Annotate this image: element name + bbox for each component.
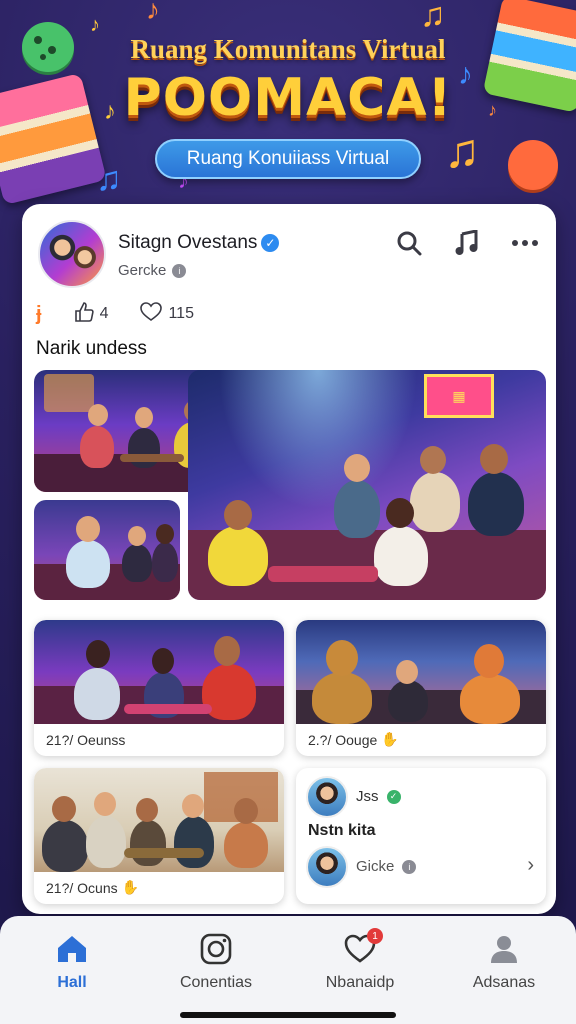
photo-main-lounge[interactable]: ▦ [188, 370, 546, 600]
banner-subtitle: Ruang Komunitans Virtual [130, 34, 446, 64]
heart-stat[interactable]: 115 [140, 301, 194, 327]
photo-bottom-left[interactable] [34, 500, 180, 600]
music-note-icon: ♪ [146, 0, 160, 25]
nav-label: Adsanas [472, 974, 536, 991]
user-avatar[interactable] [306, 776, 348, 818]
profile-icon [487, 932, 521, 966]
side-card-sub-row: Gicke i [356, 858, 417, 875]
user-name: Jss [356, 788, 379, 805]
nav-hall[interactable]: Hall [12, 932, 132, 1024]
tile-photo [34, 768, 284, 872]
nav-label: Hall [57, 974, 87, 991]
author-name: Sitagn Ovestans [118, 232, 258, 253]
like-stat[interactable]: 4 [74, 301, 109, 327]
community-side-card[interactable]: Jss ✓ Nstn kita Gicke i › [296, 768, 546, 904]
brand-title: POOMACA! [123, 68, 453, 128]
side-card-title: Nstn kita [308, 822, 376, 839]
post-stats: ɉ 4 115 [36, 300, 194, 328]
home-indicator [180, 1012, 396, 1018]
heart-count: 115 [168, 305, 194, 322]
wave-hand-icon: ✋ [121, 879, 140, 895]
user-name-row: Jss ✓ [356, 788, 401, 805]
like-count: 4 [99, 305, 109, 322]
paw-icon [508, 140, 558, 190]
info-badge-icon: i [172, 263, 187, 278]
info-badge-icon: i [402, 859, 417, 874]
heart-icon: 1 [343, 928, 383, 966]
tile-caption-text: 21?/ Oeunss [46, 732, 126, 748]
nav-label: Nbanaidp [325, 974, 395, 991]
post-card: Sitagn Ovestans ✓ Gercke i ɉ 4 115 Narik… [22, 204, 556, 914]
post-header: Sitagn Ovestans ✓ Gercke i [38, 220, 540, 290]
thumbs-up-icon [74, 301, 94, 327]
tile-card[interactable]: 2.?/ Oouge ✋ [296, 620, 546, 756]
nav-nbanaidp[interactable]: 1 Nbanaidp [300, 928, 420, 1024]
wave-hand-icon: ✋ [381, 731, 399, 747]
tile-caption: 21?/ Ocuns ✋ [46, 879, 139, 896]
tile-caption: 21?/ Oeunss [46, 732, 125, 748]
tile-photo [34, 620, 284, 724]
verified-icon: ✓ [386, 789, 401, 804]
search-icon[interactable] [394, 228, 424, 258]
header-actions [394, 228, 540, 258]
community-pill-button[interactable]: Ruang Konuiiass Virtual [155, 139, 421, 179]
tile-caption-text: 2.?/ Oouge [308, 731, 378, 748]
author-avatar[interactable] [38, 220, 106, 288]
banner: ♪ ♪ ♪ ♫ ♪ ♫ ♪ ♫ ♪ Ruang Komunitans Virtu… [0, 0, 576, 210]
tile-caption: 2.?/ Oouge ✋ [308, 731, 399, 748]
notification-badge: 1 [367, 928, 383, 944]
verified-icon: ✓ [261, 234, 280, 252]
camera-icon [199, 932, 233, 966]
tile-card[interactable]: 21?/ Ocuns ✋ [34, 768, 284, 904]
nav-label: Conentias [179, 974, 253, 991]
tile-caption-text: 21?/ Ocuns [46, 879, 118, 896]
music-note-icon: ♫ [96, 160, 122, 198]
heart-outline-icon [140, 301, 163, 327]
tile-photo [296, 620, 546, 724]
section-title: Narik undess [36, 338, 147, 359]
more-options-icon[interactable] [510, 228, 540, 258]
author-sub-row: Gercke i [118, 262, 187, 279]
chevron-right-icon[interactable]: › [527, 854, 534, 877]
side-card-sub-name: Gicke [356, 858, 395, 875]
bottom-nav: Hall Conentias 1 Nbanaidp Adsanas [0, 916, 576, 1024]
music-note-icon: ♫ [420, 0, 446, 34]
music-note-icon: ♫ [444, 125, 480, 178]
author-name-row[interactable]: Sitagn Ovestans ✓ [118, 232, 280, 254]
nav-adsanas[interactable]: Adsanas [444, 932, 564, 1024]
user-avatar[interactable] [306, 846, 348, 888]
music-icon[interactable] [452, 228, 482, 258]
author-subtitle: Gercke [118, 262, 167, 279]
nav-conentias[interactable]: Conentias [156, 932, 276, 1024]
flame-icon: ɉ [36, 302, 42, 325]
home-icon [55, 932, 89, 966]
tile-card[interactable]: 21?/ Oeunss [34, 620, 284, 756]
